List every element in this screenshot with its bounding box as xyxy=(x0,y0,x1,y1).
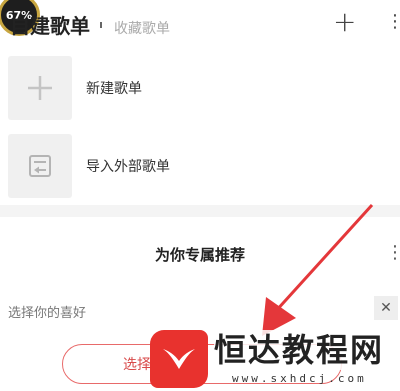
watermark-brand: 恒达教程网 xyxy=(214,330,385,370)
watermark: 恒达教程网 www.sxhdcj.com xyxy=(150,330,400,391)
watermark-url: www.sxhdcj.com xyxy=(232,372,367,385)
watermark-logo-icon xyxy=(150,330,208,388)
whale-tail-icon xyxy=(163,349,195,369)
arrow-shaft xyxy=(273,203,374,314)
